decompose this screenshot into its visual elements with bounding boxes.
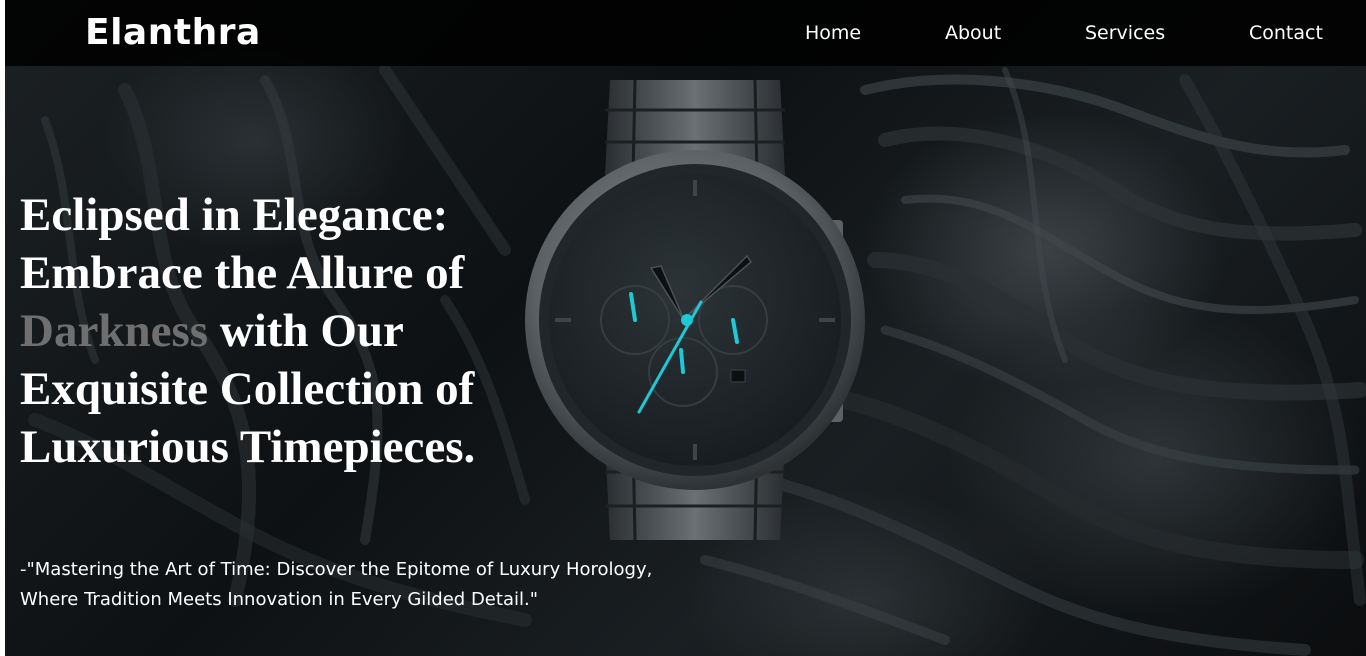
nav-home-link[interactable]: Home	[805, 20, 861, 46]
headline-accent-word: Darkness	[20, 305, 209, 357]
tagline-line-1: -"Mastering the Art of Time: Discover th…	[20, 559, 653, 580]
top-navbar: Elanthra Home About Services Contact	[5, 0, 1366, 66]
nav-contact-link[interactable]: Contact	[1249, 20, 1323, 46]
headline-line-5: Luxurious Timepieces.	[20, 421, 476, 473]
hero-headline: Eclipsed in Elegance: Embrace the Allure…	[20, 186, 530, 476]
wristwatch-image	[525, 80, 865, 540]
hero-tagline: -"Mastering the Art of Time: Discover th…	[20, 555, 720, 615]
headline-line-3-rest: with Our	[208, 305, 404, 357]
nav-about-link[interactable]: About	[945, 20, 1001, 46]
headline-line-1: Eclipsed in Elegance:	[20, 189, 449, 241]
tagline-line-2: Where Tradition Meets Innovation in Ever…	[20, 589, 538, 610]
headline-line-2: Embrace the Allure of	[20, 247, 465, 299]
nav-services-link[interactable]: Services	[1085, 20, 1165, 46]
headline-line-4: Exquisite Collection of	[20, 363, 475, 415]
brand-logo[interactable]: Elanthra	[85, 10, 261, 56]
page: Elanthra Home About Services Contact Ecl…	[0, 0, 1366, 656]
